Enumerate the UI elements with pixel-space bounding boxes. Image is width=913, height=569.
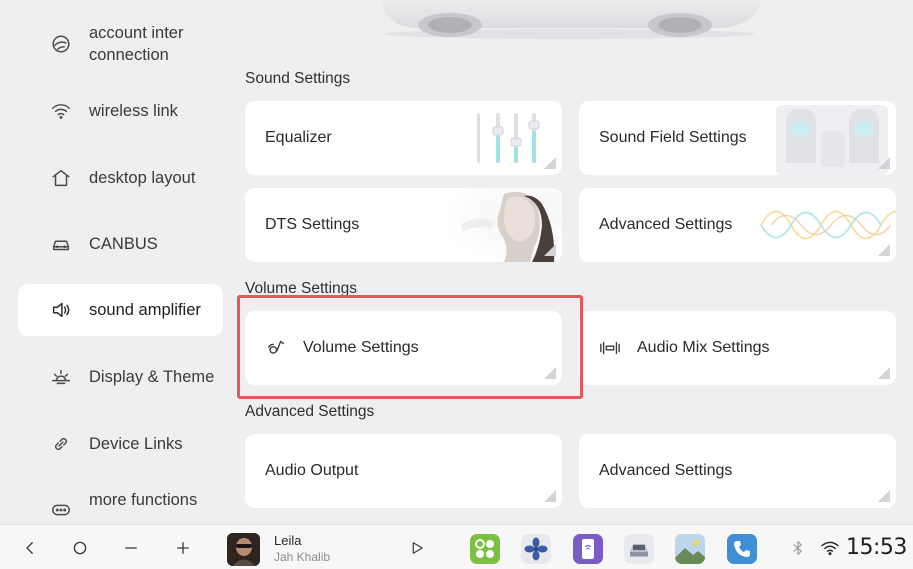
card-label: Equalizer [265, 129, 332, 146]
sidebar-item-label: sound amplifier [89, 301, 201, 319]
equalizer-card[interactable]: Equalizer [245, 101, 562, 175]
sidebar-item-device-links[interactable]: Device Links [18, 418, 223, 470]
audio-mix-icon [600, 341, 620, 355]
dts-settings-card[interactable]: DTS Settings [245, 188, 562, 262]
corner-indicator-icon [544, 157, 556, 169]
phone-icon [734, 541, 750, 557]
sidebar-item-label: CANBUS [89, 235, 158, 253]
corner-indicator-icon [878, 367, 890, 379]
card-label: Advanced Settings [599, 462, 733, 479]
corner-indicator-icon [544, 490, 556, 502]
home-button[interactable] [67, 535, 93, 561]
phone-link-icon [582, 539, 594, 559]
card-label: Audio Output [265, 462, 359, 479]
sidebar-item-canbus[interactable]: CANBUS [18, 218, 223, 270]
wifi-icon [48, 98, 74, 124]
sidebar-item-wireless-link[interactable]: wireless link [18, 85, 223, 137]
album-art[interactable] [227, 533, 260, 566]
section-title-advanced-settings: Advanced Settings [245, 403, 375, 420]
card-label: Advanced Settings [599, 216, 733, 233]
phone-link-app-button[interactable] [573, 534, 603, 564]
phone-app-button[interactable] [727, 534, 757, 564]
play-icon [412, 542, 423, 554]
sound-wave-icon [760, 210, 896, 240]
corner-indicator-icon [878, 157, 890, 169]
taskbar: Leila Jah Khalib 15:53 [0, 524, 913, 569]
sidebar-item-label: account inter connection [89, 24, 184, 64]
chevron-left-icon [26, 542, 33, 554]
car-icon [630, 544, 648, 557]
back-button[interactable] [17, 535, 43, 561]
apps-grid-icon [475, 539, 494, 558]
speaker-icon [48, 297, 74, 323]
circle-icon [73, 541, 87, 555]
card-label: Volume Settings [303, 339, 419, 356]
home-icon [48, 165, 74, 191]
sidebar-item-sound-amplifier[interactable]: sound amplifier [18, 284, 223, 336]
card-label: DTS Settings [265, 216, 360, 233]
section-title-sound-settings: Sound Settings [245, 70, 351, 87]
fan-app-button[interactable] [521, 534, 551, 564]
sidebar-item-label: wireless link [89, 102, 178, 120]
corner-indicator-icon [544, 367, 556, 379]
car-app-button[interactable] [624, 534, 654, 564]
fan-icon [524, 537, 548, 561]
card-label: Audio Mix Settings [637, 339, 770, 356]
volume-up-button[interactable] [170, 535, 196, 561]
advanced-settings-card-2[interactable]: Advanced Settings [579, 434, 896, 508]
sun-icon [48, 364, 74, 390]
volume-knob-icon [267, 340, 285, 354]
minus-icon [125, 547, 137, 549]
plus-icon [177, 542, 189, 554]
sidebar-item-display-theme[interactable]: Display & Theme [18, 351, 223, 403]
card-label: Sound Field Settings [599, 129, 747, 146]
advanced-settings-card[interactable]: Advanced Settings [579, 188, 896, 262]
track-title: Leila [274, 533, 302, 548]
sidebar-item-account-interconnection[interactable]: account inter connection [18, 18, 223, 70]
volume-down-button[interactable] [118, 535, 144, 561]
corner-indicator-icon [544, 244, 556, 256]
audio-mix-settings-card[interactable]: Audio Mix Settings [579, 311, 896, 385]
corner-indicator-icon [878, 490, 890, 502]
account-link-icon [48, 31, 74, 57]
sidebar-item-label: Display & Theme [89, 368, 215, 386]
car-icon [48, 231, 74, 257]
section-title-volume-settings: Volume Settings [245, 280, 358, 297]
audio-output-card[interactable]: Audio Output [245, 434, 562, 508]
link-icon [48, 431, 74, 457]
app-launcher-button[interactable] [470, 534, 500, 564]
sidebar-item-desktop-layout[interactable]: desktop layout [18, 152, 223, 204]
sound-field-settings-card[interactable]: Sound Field Settings [579, 101, 896, 175]
sidebar-item-label: more functions [89, 491, 198, 509]
album-cover-image [227, 533, 260, 566]
sidebar-item-more-functions[interactable]: more functions [18, 484, 223, 524]
gallery-app-button[interactable] [675, 534, 705, 564]
sidebar-item-label: desktop layout [89, 169, 196, 187]
bluetooth-icon [793, 541, 802, 555]
car-image [380, 0, 763, 39]
corner-indicator-icon [878, 244, 890, 256]
sidebar: account inter connection wireless link d… [0, 0, 232, 524]
sidebar-item-label: Device Links [89, 435, 183, 453]
track-artist: Jah Khalib [274, 550, 331, 564]
play-button[interactable] [404, 535, 430, 561]
volume-settings-card[interactable]: Volume Settings [245, 311, 562, 385]
more-icon [48, 497, 74, 523]
gallery-icon [675, 534, 705, 564]
status-clock: 15:53 [846, 535, 907, 560]
wifi-signal-icon [821, 541, 839, 556]
